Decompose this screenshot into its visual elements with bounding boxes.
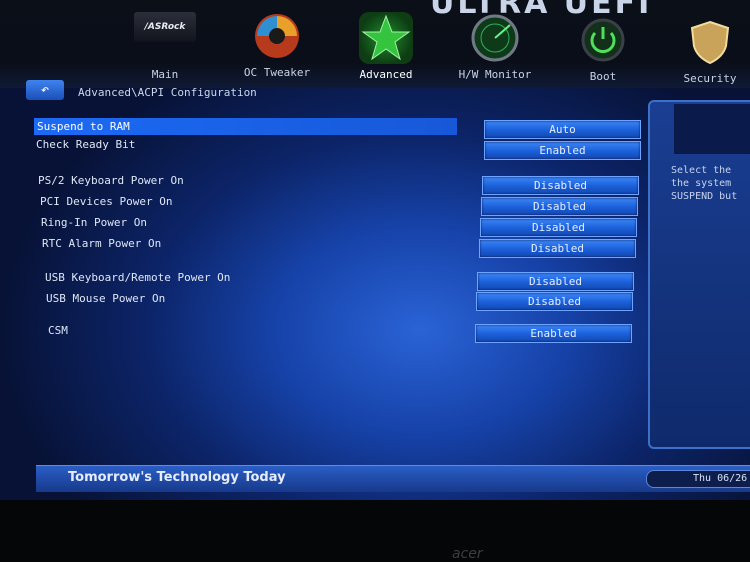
value-ps2-keyboard-power-on[interactable]: Disabled [482, 176, 639, 195]
star-icon [359, 12, 413, 64]
setting-csm[interactable]: CSM [48, 324, 68, 337]
back-button[interactable]: ↶ [26, 80, 64, 100]
monitor-brand-logo: acer [452, 546, 483, 562]
value-usb-keyboard-remote-power-on[interactable]: Disabled [477, 272, 634, 291]
value-rtc-alarm-power-on[interactable]: Disabled [479, 239, 636, 258]
tab-hw-monitor-label: H/W Monitor [458, 68, 532, 81]
setting-ring-in-power-on[interactable]: Ring-In Power On [41, 216, 147, 229]
clock-display: Thu 06/26 [646, 470, 750, 488]
tab-oc-tweaker[interactable]: OC Tweaker [232, 10, 322, 79]
bios-screen: ULTRA UEFI /ASRock Main OC Tweaker Advan… [0, 0, 750, 500]
asrock-logo-icon: /ASRock [134, 12, 196, 42]
value-usb-mouse-power-on[interactable]: Disabled [476, 292, 633, 311]
setting-pci-devices-power-on[interactable]: PCI Devices Power On [40, 195, 172, 208]
tab-security[interactable]: Security [665, 16, 750, 85]
asrock-logo-text: /ASRock [144, 22, 186, 32]
tab-main-label: Main [151, 68, 179, 81]
help-description: Select the the system SUSPEND but [671, 165, 738, 202]
help-panel-header [674, 104, 750, 154]
tab-boot-label: Boot [589, 70, 617, 83]
setting-ps2-keyboard-power-on[interactable]: PS/2 Keyboard Power On [38, 174, 184, 187]
tab-hw-monitor[interactable]: H/W Monitor [450, 12, 540, 81]
back-arrow-icon: ↶ [40, 82, 50, 98]
radar-icon [468, 12, 522, 64]
tab-boot[interactable]: Boot [558, 14, 648, 83]
value-ring-in-power-on[interactable]: Disabled [480, 218, 637, 237]
tab-oc-tweaker-label: OC Tweaker [243, 66, 311, 79]
tab-security-label: Security [683, 72, 737, 85]
value-suspend-to-ram[interactable]: Auto [484, 120, 641, 139]
value-csm[interactable]: Enabled [475, 324, 632, 343]
breadcrumb: Advanced\ACPI Configuration [78, 86, 257, 99]
swirl-icon [250, 10, 304, 62]
setting-rtc-alarm-power-on[interactable]: RTC Alarm Power On [42, 237, 161, 250]
tab-advanced-label: Advanced [359, 68, 413, 81]
footer-slogan: Tomorrow's Technology Today [68, 470, 286, 485]
tab-advanced[interactable]: Advanced [341, 12, 431, 81]
value-check-ready-bit[interactable]: Enabled [484, 141, 641, 160]
value-pci-devices-power-on[interactable]: Disabled [481, 197, 638, 216]
shield-icon [683, 16, 737, 68]
tab-main[interactable]: /ASRock Main [120, 12, 210, 81]
setting-usb-mouse-power-on[interactable]: USB Mouse Power On [46, 292, 165, 305]
power-icon [576, 14, 630, 66]
setting-check-ready-bit[interactable]: Check Ready Bit [36, 138, 135, 151]
setting-usb-keyboard-remote-power-on[interactable]: USB Keyboard/Remote Power On [45, 271, 230, 284]
setting-suspend-to-ram[interactable]: Suspend to RAM [34, 118, 457, 135]
